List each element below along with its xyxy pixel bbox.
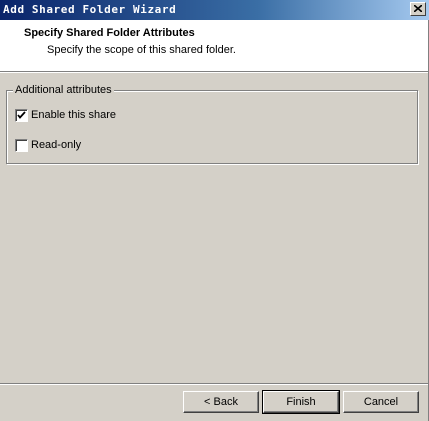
finish-button[interactable]: Finish [262,390,340,414]
attributes-groupbox [6,90,418,164]
read-only-option[interactable]: Read-only [15,138,81,152]
enable-share-checkbox[interactable] [15,108,28,122]
title-bar[interactable]: Add Shared Folder Wizard [0,0,429,20]
close-icon [414,5,422,12]
page-title: Specify Shared Folder Attributes [24,27,195,39]
read-only-checkbox[interactable] [15,138,28,152]
close-button[interactable] [410,2,426,16]
wizard-header: Specify Shared Folder Attributes Specify… [0,20,429,72]
page-subtitle: Specify the scope of this shared folder. [47,44,236,56]
enable-share-label: Enable this share [31,109,116,121]
window-title: Add Shared Folder Wizard [3,3,177,16]
checkmark-icon [17,110,26,119]
header-divider [0,72,429,73]
wizard-window: Add Shared Folder Wizard Specify Shared … [0,0,429,421]
back-button[interactable]: < Back [183,391,259,413]
groupbox-legend: Additional attributes [13,84,114,96]
read-only-label: Read-only [31,139,82,151]
footer-divider-highlight [0,384,429,385]
cancel-button[interactable]: Cancel [343,391,419,413]
enable-share-option[interactable]: Enable this share [15,108,116,122]
